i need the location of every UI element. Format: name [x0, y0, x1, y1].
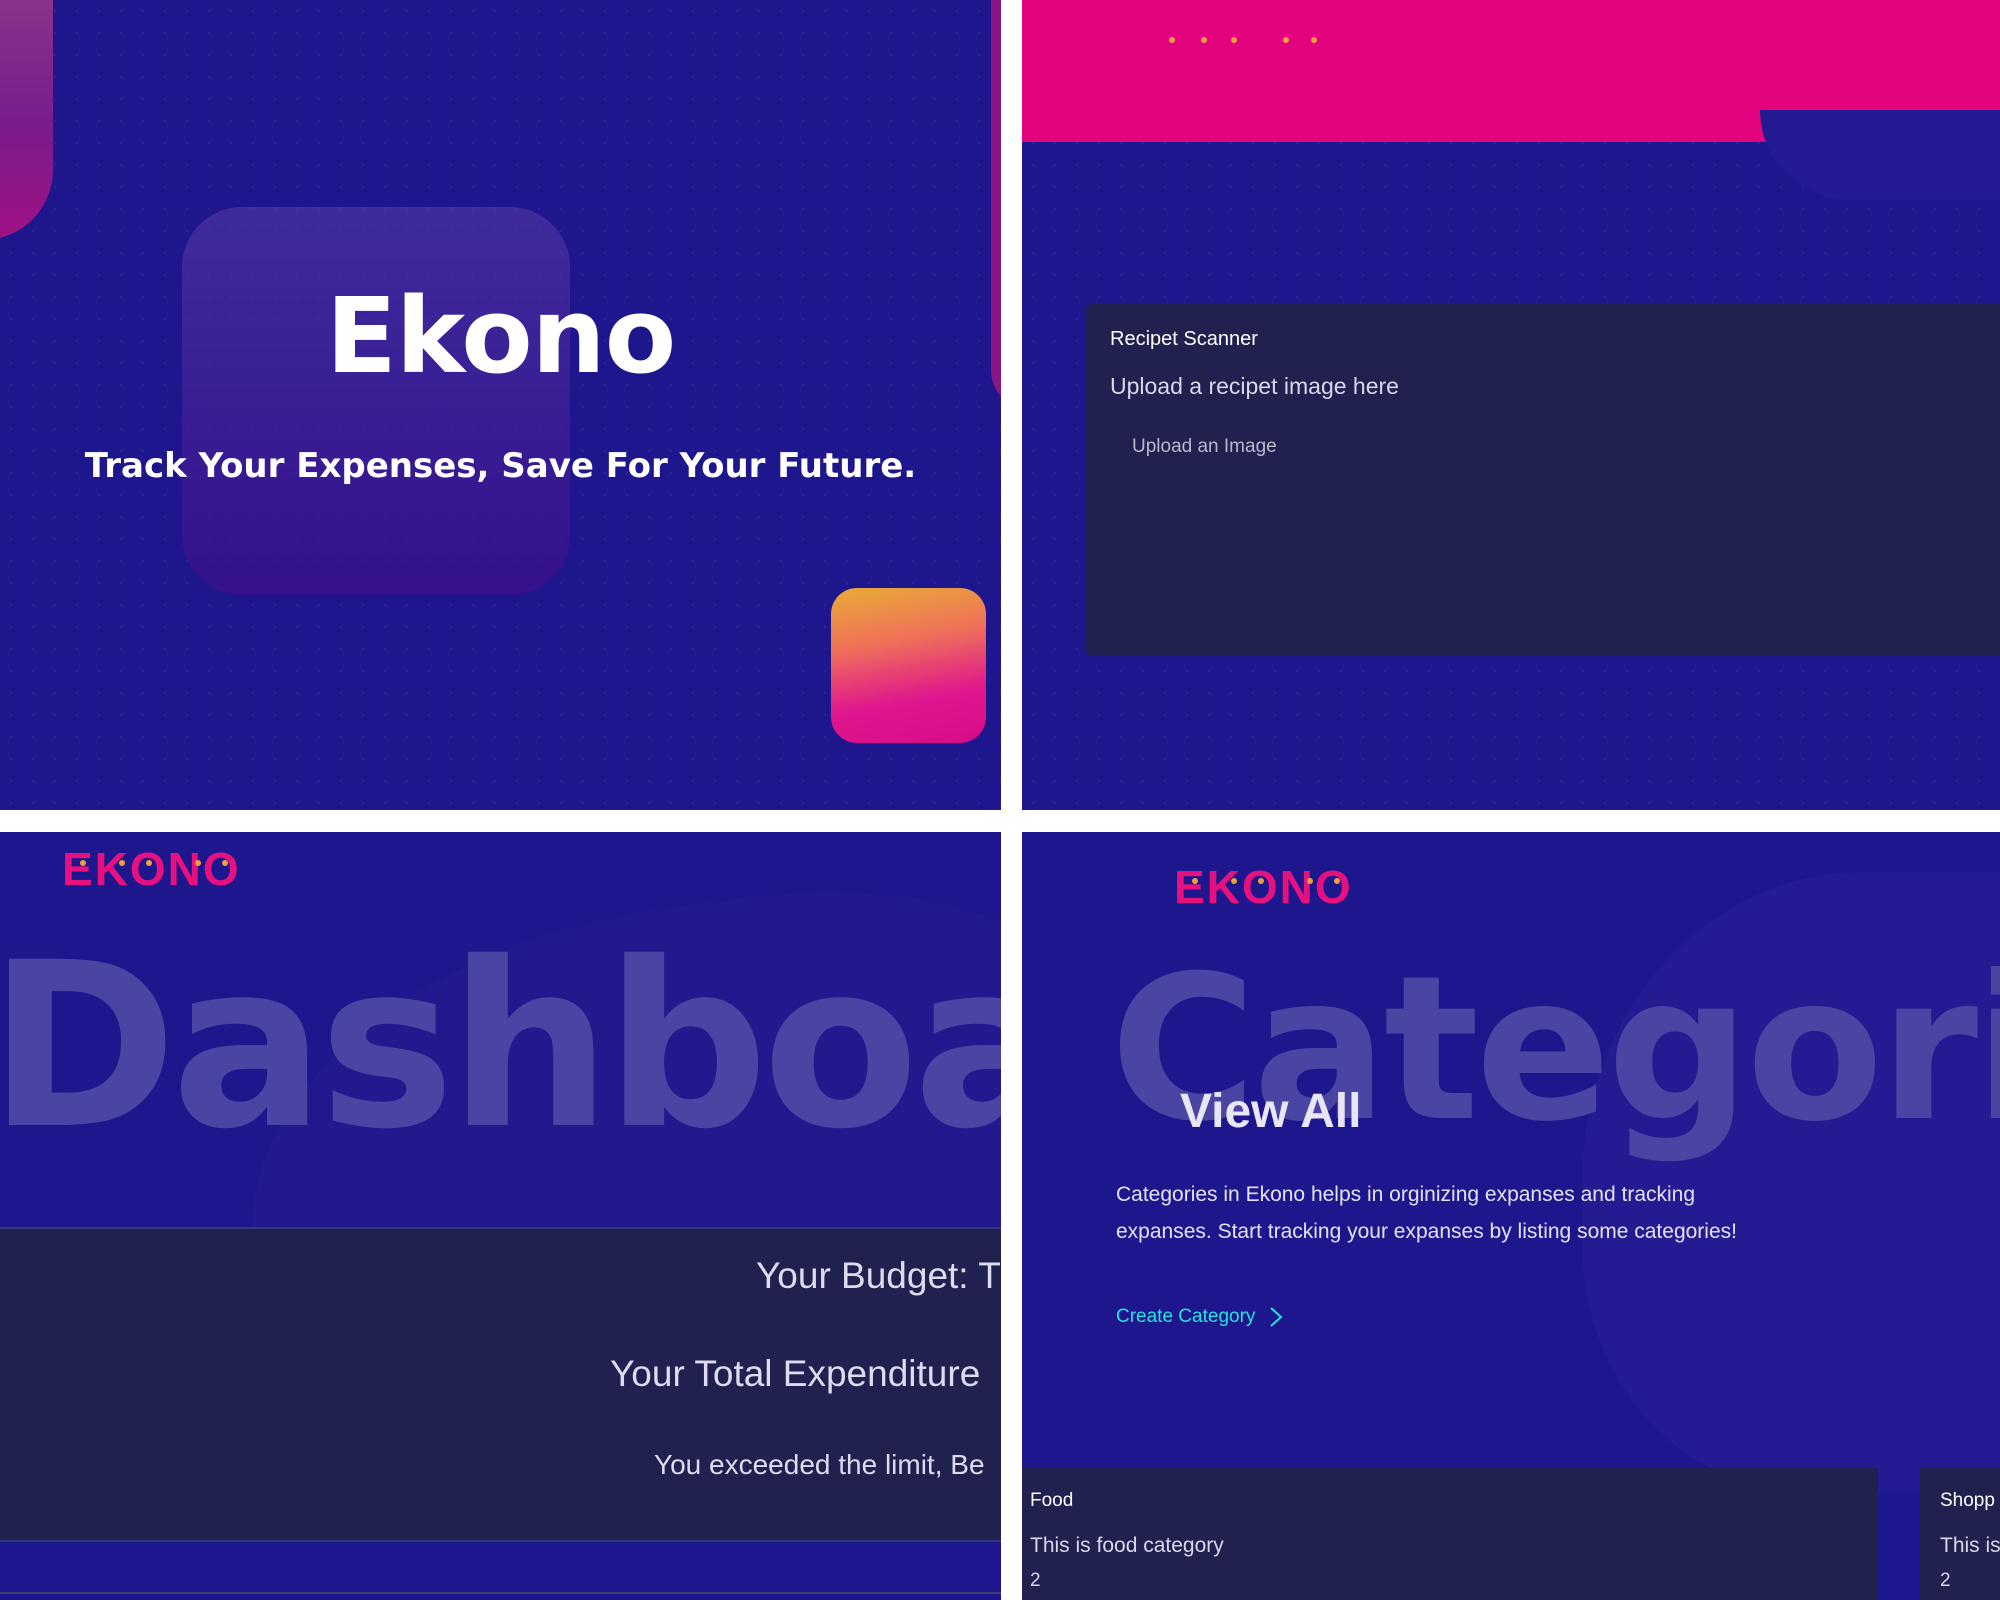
banner-dot	[1311, 37, 1317, 43]
hero-tagline: Track Your Expenses, Save For Your Futur…	[84, 446, 917, 486]
logo-text: EKONO	[62, 843, 241, 895]
logo-dot	[1231, 878, 1237, 884]
create-category-label: Create Category	[1116, 1306, 1256, 1327]
logo-dot	[119, 860, 125, 866]
category-description: This is food category	[1030, 1534, 1224, 1557]
category-count: 2	[1030, 1570, 1041, 1591]
ekono-logo[interactable]: EKONO	[62, 842, 241, 896]
logo-dot	[1192, 878, 1198, 884]
hero-panel: Ekono Track Your Expenses, Save For Your…	[0, 0, 1001, 810]
dashboard-panel: Dashboard EKONO Your Budget: T Your Tota…	[0, 832, 1001, 1600]
scanner-title: Recipet Scanner	[1110, 328, 1258, 350]
budget-label: Your Budget: T	[756, 1255, 1001, 1296]
categories-description: Categories in Ekono helps in orginizing …	[1116, 1183, 1737, 1243]
decorative-glass-square	[182, 207, 570, 595]
create-category-link[interactable]: Create Category	[1116, 1306, 1283, 1328]
dashboard-background-word: Dashboard	[0, 913, 1001, 1179]
logo-dot	[195, 860, 201, 866]
view-all-heading: View All	[1180, 1085, 1362, 1138]
category-title: Shopp	[1940, 1490, 1995, 1511]
ekono-logo[interactable]: EKONO	[1174, 860, 1353, 914]
banner-dot	[1231, 37, 1237, 43]
categories-panel: Categories EKONO View All Categories in …	[1022, 832, 2000, 1600]
banner-dot	[1169, 37, 1175, 43]
decorative-gradient-square	[831, 588, 986, 743]
upload-image-button[interactable]: Upload an Image	[1110, 428, 1299, 466]
limit-warning: You exceeded the limit, Be	[654, 1449, 985, 1480]
category-card-shopping[interactable]: Shopp This is 2	[1920, 1468, 2000, 1600]
category-description: This is	[1940, 1534, 2000, 1557]
budget-card: Your Budget: T Your Total Expenditure Yo…	[0, 1227, 1001, 1542]
banner-dot	[1283, 37, 1289, 43]
logo-text: EKONO	[1174, 861, 1353, 913]
logo-dot	[80, 860, 86, 866]
category-card-food[interactable]: Food This is food category 2	[1022, 1468, 1878, 1600]
category-count: 2	[1940, 1570, 1951, 1591]
scanner-panel: Recipet Scanner Upload a recipet image h…	[1022, 0, 2000, 810]
logo-dot	[222, 860, 228, 866]
category-title: Food	[1030, 1490, 1074, 1511]
chevron-right-icon	[1270, 1307, 1283, 1327]
expenditure-label: Your Total Expenditure	[610, 1353, 981, 1394]
decorative-swoosh	[1760, 110, 2000, 200]
logo-dot	[1258, 878, 1264, 884]
decorative-blob	[0, 0, 53, 240]
logo-dot	[1307, 878, 1313, 884]
scanner-subtitle: Upload a recipet image here	[1110, 373, 1399, 399]
logo-dot	[146, 860, 152, 866]
logo-dot	[1334, 878, 1340, 884]
hero-title: Ekono	[325, 275, 676, 397]
divider	[0, 1592, 1001, 1594]
scanner-card: Recipet Scanner Upload a recipet image h…	[1086, 304, 2000, 656]
banner-dot	[1201, 37, 1207, 43]
